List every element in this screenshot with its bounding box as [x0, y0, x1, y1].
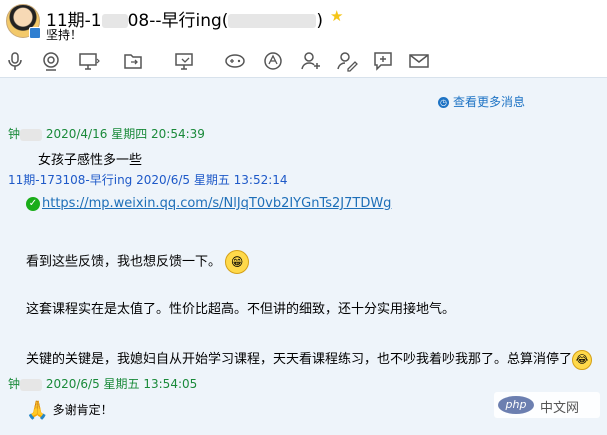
- message-link: ✓ https://mp.weixin.qq.com/s/NlJqT0vb2IYG…: [26, 196, 391, 211]
- toolbar: [0, 44, 607, 78]
- sender-name[interactable]: 钟: [8, 127, 20, 141]
- article-link[interactable]: https://mp.weixin.qq.com/s/NlJqT0vb2IYGn…: [42, 196, 391, 211]
- microphone-icon[interactable]: [4, 50, 26, 72]
- view-more-messages-link[interactable]: ◷ 查看更多消息: [438, 93, 525, 110]
- timestamp: 2020/4/16 星期四 20:54:39: [45, 127, 205, 141]
- timestamp: 2020/6/5 星期五 13:54:05: [45, 377, 198, 391]
- wechat-check-icon: ✓: [26, 196, 40, 211]
- signature: 坚持！: [46, 28, 83, 42]
- paragraph-3: 关键的关键是，我媳妇自从开始学习课程，天天看课程练习，也不吵我着吵我那了。总算消…: [26, 352, 573, 367]
- watermark-text: 中文网: [540, 401, 580, 416]
- message-paragraph: 看到这些反馈，我也想反馈一下。 😁: [26, 250, 250, 274]
- redacted-block: x: [20, 378, 43, 391]
- reply-text: 多谢肯定！: [52, 403, 113, 417]
- redacted-block: x: [20, 128, 43, 141]
- redacted-block: x: [228, 14, 317, 28]
- message-header: 钟x 2020/6/5 星期五 13:54:05: [8, 375, 197, 392]
- watermark: php 中文网: [494, 392, 600, 418]
- chat-header: 11期-1x08--早行ing(x) ★ 坚持！: [0, 0, 607, 44]
- message-text: 🙏 多谢肯定！: [26, 400, 113, 421]
- star-icon[interactable]: ★: [330, 7, 343, 25]
- view-more-label: 查看更多消息: [453, 95, 526, 109]
- paragraph-1: 看到这些反馈，我也想反馈一下。: [26, 254, 222, 270]
- mail-icon[interactable]: [408, 50, 430, 72]
- remote-desktop-icon[interactable]: [174, 50, 196, 72]
- laugh-cry-emoji-icon: 😂: [572, 349, 593, 370]
- title-suffix: ): [316, 11, 324, 31]
- clock-icon: ◷: [438, 97, 449, 108]
- app-icon[interactable]: [262, 50, 284, 72]
- screen-share-icon[interactable]: [78, 50, 100, 72]
- timestamp: 2020/6/5 星期五 13:52:14: [136, 173, 288, 187]
- redacted-block: x: [101, 14, 128, 28]
- message-text: 女孩子感性多一些: [38, 153, 143, 168]
- online-status-icon: [29, 27, 41, 39]
- grin-emoji-icon: 😁: [225, 250, 250, 274]
- sender-name[interactable]: 11期-173108-早行ing: [8, 173, 132, 187]
- message-header: 钟x 2020/4/16 星期四 20:54:39: [8, 125, 205, 142]
- chat-plus-icon[interactable]: [372, 50, 394, 72]
- php-logo: php: [498, 396, 534, 414]
- message-paragraph: 这套课程实在是太值了。性价比超高。不但讲的细致，还十分实用接地气。: [26, 302, 456, 317]
- camera-icon[interactable]: [40, 50, 62, 72]
- game-icon[interactable]: [224, 50, 246, 72]
- add-member-icon[interactable]: [300, 50, 322, 72]
- chat-title[interactable]: 11期-1x08--早行ing(x): [46, 6, 323, 31]
- file-transfer-icon[interactable]: [122, 50, 144, 72]
- clap-emoji-icon: 🙏: [26, 400, 49, 421]
- sender-name[interactable]: 钟: [8, 377, 20, 391]
- title-mid: 08--早行ing(: [127, 11, 229, 31]
- edit-user-icon[interactable]: [336, 50, 358, 72]
- message-header: 11期-173108-早行ing 2020/6/5 星期五 13:52:14: [8, 171, 288, 188]
- message-paragraph: 关键的关键是，我媳妇自从开始学习课程，天天看课程练习，也不吵我着吵我那了。总算消…: [26, 348, 593, 370]
- scrollbar[interactable]: [599, 78, 607, 435]
